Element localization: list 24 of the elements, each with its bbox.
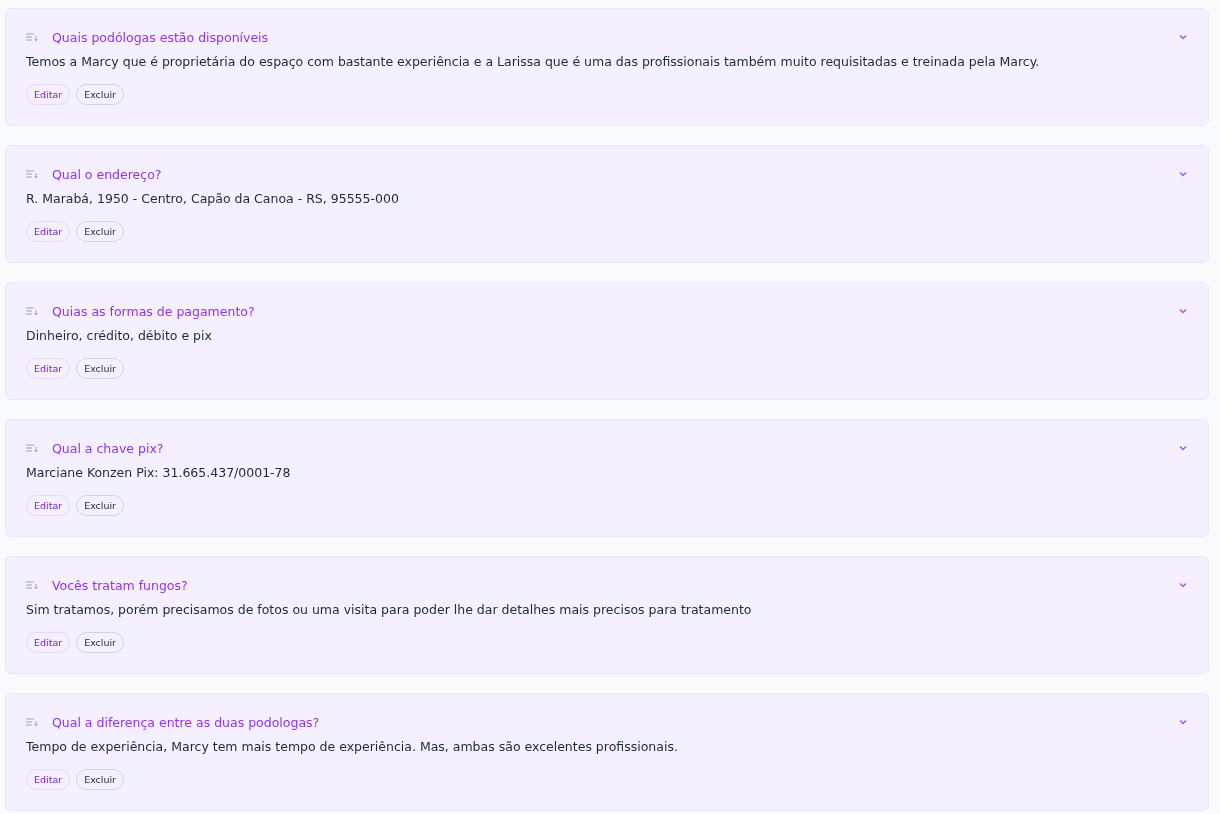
chevron-icon[interactable] bbox=[1178, 717, 1188, 727]
chevron-icon[interactable] bbox=[1178, 443, 1188, 453]
faq-answer: R. Marabá, 1950 - Centro, Capão da Canoa - RS, 95555-000 bbox=[26, 191, 400, 207]
sort-icon bbox=[26, 33, 38, 41]
chevron-icon[interactable] bbox=[1178, 580, 1188, 590]
chevron-icon[interactable] bbox=[1178, 169, 1188, 179]
sort-icon bbox=[26, 581, 38, 589]
faq-answer: Temos a Marcy que é proprietária do espaço com bastante experiência e a Larissa que é uma das profissionais também muito requisitadas e treinada pela Marcy. bbox=[26, 54, 1041, 70]
faq-question[interactable]: Vocês tratam fungos? bbox=[52, 577, 1178, 593]
sort-icon bbox=[26, 444, 38, 452]
sort-icon bbox=[26, 170, 38, 178]
faq-question[interactable]: Quais podólogas estão disponíveis bbox=[52, 29, 1178, 45]
faq-answer: Dinheiro, crédito, débito e pix bbox=[26, 328, 213, 344]
faq-answer: Sim tratamos, porém precisamos de fotos ou uma visita para poder lhe dar detalhes mais precisos para tratamento bbox=[26, 602, 753, 618]
sort-icon bbox=[26, 307, 38, 315]
faq-question[interactable]: Qual a diferença entre as duas podologas? bbox=[52, 714, 1178, 730]
faq-question[interactable]: Quias as formas de pagamento? bbox=[52, 303, 1178, 319]
chevron-icon[interactable] bbox=[1178, 32, 1188, 42]
faq-question[interactable]: Qual o endereço? bbox=[52, 166, 1178, 182]
faq-answer: Tempo de experiência, Marcy tem mais tempo de experiência. Mas, ambas são excelentes profissionais. bbox=[26, 739, 679, 755]
faq-answer: Marciane Konzen Pix: 31.665.437/0001-78 bbox=[26, 465, 292, 481]
chevron-icon[interactable] bbox=[1178, 306, 1188, 316]
sort-icon bbox=[26, 718, 38, 726]
faq-question[interactable]: Qual a chave pix? bbox=[52, 440, 1178, 456]
